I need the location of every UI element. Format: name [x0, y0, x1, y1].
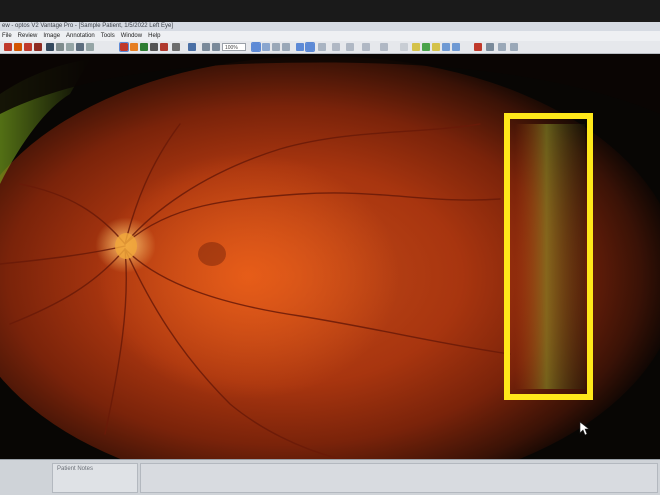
image-icon[interactable]	[24, 43, 32, 51]
rectangle-annotation-icon[interactable]	[432, 43, 440, 51]
patient-notes-label: Patient Notes	[57, 466, 94, 472]
menu-review[interactable]: Review	[18, 31, 38, 41]
rotate-icon[interactable]	[296, 43, 304, 51]
green-channel-icon[interactable]	[140, 43, 148, 51]
menu-help[interactable]: Help	[148, 31, 160, 41]
open-icon[interactable]	[4, 43, 12, 51]
peripheral-retina-highlight	[515, 124, 585, 389]
record-icon[interactable]	[474, 43, 482, 51]
email-icon[interactable]	[66, 43, 74, 51]
text-annotation-icon[interactable]	[422, 43, 430, 51]
export-icon[interactable]	[56, 43, 64, 51]
new-annotation-icon[interactable]	[400, 43, 408, 51]
copy-icon[interactable]	[86, 43, 94, 51]
menu-image[interactable]: Image	[43, 31, 60, 41]
window-icon[interactable]	[498, 43, 506, 51]
menu-tools[interactable]: Tools	[101, 31, 115, 41]
ellipse-annotation-icon[interactable]	[442, 43, 450, 51]
menu-bar: File Review Image Annotation Tools Windo…	[0, 31, 660, 41]
window-title: ew - optos V2 Vantage Pro - [Sample Pati…	[2, 23, 173, 29]
grayscale-icon[interactable]	[150, 43, 158, 51]
crop-icon[interactable]	[282, 43, 290, 51]
filter-icon[interactable]	[160, 43, 168, 51]
lid-shadow	[0, 54, 660, 114]
print-icon[interactable]	[76, 43, 84, 51]
help-icon[interactable]	[510, 43, 518, 51]
zoom-out-icon[interactable]	[212, 43, 220, 51]
layout-icon[interactable]	[346, 43, 354, 51]
measure-icon[interactable]	[362, 43, 370, 51]
menu-annotation[interactable]: Annotation	[66, 31, 95, 41]
folder-icon[interactable]	[14, 43, 22, 51]
menu-window[interactable]: Window	[121, 31, 142, 41]
magnify-icon[interactable]	[272, 43, 280, 51]
settings-icon[interactable]	[172, 43, 180, 51]
zoom-field[interactable]: 100%	[222, 43, 246, 51]
zoom-in-icon[interactable]	[202, 43, 210, 51]
patient-notes-field[interactable]: Patient Notes	[52, 463, 138, 493]
select-icon[interactable]	[251, 42, 261, 52]
optic-disc	[115, 233, 137, 259]
macula	[198, 242, 226, 266]
toolbar: 100%	[0, 41, 660, 54]
fundus-overlay	[0, 54, 660, 459]
polygon-annotation-icon[interactable]	[452, 43, 460, 51]
ruler-icon[interactable]	[318, 43, 326, 51]
thumbnail-strip	[140, 463, 658, 493]
grid-icon[interactable]	[332, 43, 340, 51]
retinal-vessels	[0, 123, 511, 459]
arrow-annotation-icon[interactable]	[412, 43, 420, 51]
red-channel-icon[interactable]	[130, 43, 138, 51]
image-viewport[interactable]	[0, 54, 660, 459]
title-bar: ew - optos V2 Vantage Pro - [Sample Pati…	[0, 22, 660, 31]
save-icon[interactable]	[46, 43, 54, 51]
globe-icon[interactable]	[188, 43, 196, 51]
menu-file[interactable]: File	[2, 31, 12, 41]
bottom-panel: Patient Notes	[0, 459, 660, 495]
mouse-cursor-icon	[579, 421, 590, 436]
pan-icon[interactable]	[262, 43, 270, 51]
monitor-bezel	[0, 0, 660, 22]
color-view-icon[interactable]	[119, 42, 129, 52]
tools-icon[interactable]	[486, 43, 494, 51]
marker-icon[interactable]	[380, 43, 388, 51]
fit-icon[interactable]	[305, 42, 315, 52]
compare-icon[interactable]	[34, 43, 42, 51]
